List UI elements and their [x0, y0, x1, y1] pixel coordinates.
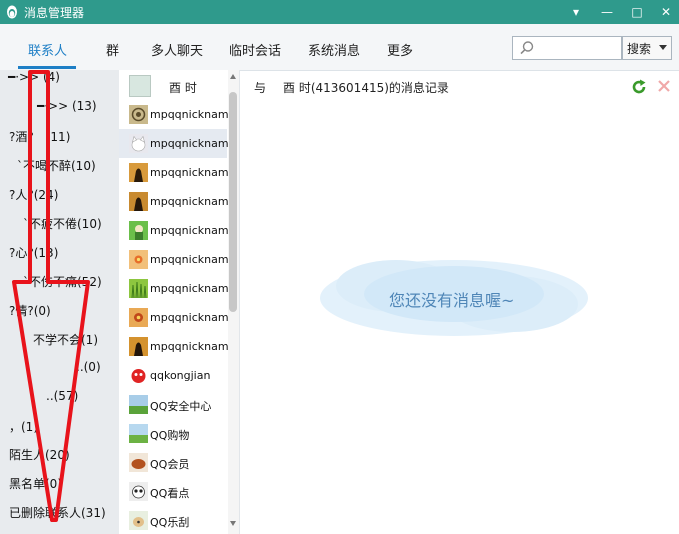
- contact-name: mpqqnickname: [150, 340, 236, 353]
- contact-item[interactable]: mpqqnickname: [119, 158, 235, 187]
- contact-list-scrollbar[interactable]: [228, 70, 239, 534]
- group-item[interactable]: ˋ不喝不醉(10): [17, 157, 96, 174]
- contact-name: mpqqnickname: [150, 137, 236, 150]
- contact-name: QQ会员: [150, 458, 190, 471]
- group-list: ━·>> (4) ━·>> (13) ?酒? (11) ˋ不喝不醉(10) ?人…: [0, 70, 119, 534]
- flower-avatar-icon: [129, 308, 148, 327]
- group-item[interactable]: 陌生人(20): [9, 446, 70, 463]
- contact-item[interactable]: mpqqnickname: [119, 100, 235, 129]
- search-input[interactable]: [512, 36, 622, 60]
- contact-name: mpqqnickname: [150, 195, 236, 208]
- contact-item[interactable]: QQ安全中心: [119, 390, 227, 419]
- contact-item[interactable]: QQ购物: [119, 419, 227, 448]
- contact-item[interactable]: mpqqnickname: [119, 303, 235, 332]
- food-avatar-icon: [129, 453, 148, 472]
- tab-multi-chat[interactable]: 多人聊天: [151, 40, 203, 59]
- spiral-avatar-icon: [129, 105, 148, 124]
- active-tab-indicator: [18, 66, 76, 69]
- group-item[interactable]: 黑名单(0): [9, 475, 62, 492]
- tab-system-messages[interactable]: 系统消息: [308, 40, 360, 59]
- contact-item[interactable]: mpqqnickname: [119, 129, 235, 158]
- title-bar: 消息管理器 ▾ — □ ✕: [0, 0, 679, 24]
- record-prefix: 与: [254, 81, 267, 95]
- group-item[interactable]: ˋ不疲不倦(10): [23, 215, 102, 232]
- dog-avatar-icon: [129, 511, 148, 530]
- group-item[interactable]: ?酒? (11): [9, 128, 70, 145]
- group-item[interactable]: 不学不会(1): [33, 331, 98, 348]
- contact-item[interactable]: QQ乐刮: [119, 506, 227, 534]
- window-title: 消息管理器: [24, 6, 85, 20]
- contact-item[interactable]: qqkongjian: [119, 361, 227, 390]
- contact-name: qqkongjian: [150, 369, 211, 382]
- empty-message: 您还没有消息喔~: [389, 291, 515, 310]
- contact-item[interactable]: mpqqnickname: [119, 216, 235, 245]
- close-button[interactable]: ✕: [655, 2, 677, 22]
- panda-avatar-icon: [129, 482, 148, 501]
- scroll-thumb[interactable]: [229, 92, 237, 312]
- contact-item[interactable]: mpqqnickname: [119, 274, 235, 303]
- cat-avatar-icon: [129, 134, 148, 153]
- qq-penguin-icon: [7, 5, 17, 19]
- group-item[interactable]: ˋ不伤不痛(52): [23, 273, 102, 290]
- contact-list: 酉 时 mpqqnickname mpqqnickname mpqqnickna…: [119, 70, 240, 534]
- record-title: 酉 时(413601415)的消息记录: [283, 81, 449, 95]
- group-item[interactable]: ━·>> (4): [8, 70, 60, 84]
- minimize-button[interactable]: —: [596, 2, 618, 22]
- contact-name: mpqqnickname: [150, 224, 236, 237]
- refresh-icon[interactable]: [630, 78, 648, 96]
- silhouette-avatar-icon: [129, 163, 148, 182]
- scroll-down-arrow-icon[interactable]: [230, 521, 236, 526]
- maximize-button[interactable]: □: [626, 2, 648, 22]
- red-avatar-icon: [129, 366, 148, 385]
- tab-more[interactable]: 更多: [387, 40, 413, 59]
- avatar: [129, 75, 151, 97]
- chevron-down-icon: [659, 45, 667, 50]
- contact-name: mpqqnickname: [150, 108, 236, 121]
- landscape-avatar-icon: [129, 424, 148, 443]
- grass-avatar-icon: [129, 279, 148, 298]
- menu-dropdown-button[interactable]: ▾: [565, 2, 587, 22]
- group-item[interactable]: ━·>> (13): [37, 99, 97, 113]
- silhouette-avatar-icon: [129, 337, 148, 356]
- flower-avatar-icon: [129, 250, 148, 269]
- scroll-up-arrow-icon[interactable]: [230, 74, 236, 79]
- contact-name: mpqqnickname: [150, 166, 236, 179]
- contact-item[interactable]: mpqqnickname: [119, 332, 235, 361]
- contact-name: QQ安全中心: [150, 400, 212, 413]
- contact-item[interactable]: mpqqnickname: [119, 245, 235, 274]
- record-header: 与 酉 时(413601415)的消息记录: [254, 79, 449, 96]
- search-icon: [520, 41, 534, 55]
- contact-name: QQ乐刮: [150, 516, 190, 529]
- contact-name: mpqqnickname: [150, 311, 236, 324]
- tab-contacts[interactable]: 联系人: [28, 40, 67, 59]
- landscape-avatar-icon: [129, 395, 148, 414]
- delete-icon[interactable]: [656, 78, 672, 94]
- contact-item[interactable]: mpqqnickname: [119, 187, 235, 216]
- group-item[interactable]: ?心?(13): [9, 244, 58, 261]
- contact-item[interactable]: QQ看点: [119, 477, 227, 506]
- group-item[interactable]: 已删除联系人(31): [9, 504, 106, 521]
- tab-temp-session[interactable]: 临时会话: [229, 40, 281, 59]
- green-avatar-icon: [129, 221, 148, 240]
- search-button[interactable]: 搜索: [622, 36, 672, 60]
- contact-name: mpqqnickname: [150, 282, 236, 295]
- contact-name: mpqqnickname: [150, 253, 236, 266]
- group-item[interactable]: ..(0): [76, 360, 101, 374]
- search-button-label: 搜索: [627, 42, 652, 56]
- silhouette-avatar-icon: [129, 192, 148, 211]
- contact-item[interactable]: QQ会员: [119, 448, 227, 477]
- selected-contact-name: 酉 时: [169, 81, 197, 95]
- group-item[interactable]: ?情?(0): [9, 302, 51, 319]
- contact-name: QQ购物: [150, 429, 190, 442]
- group-item[interactable]: ..(57): [46, 389, 78, 403]
- selected-contact-header[interactable]: 酉 时: [119, 70, 227, 100]
- group-item[interactable]: ?人?(24): [9, 186, 58, 203]
- tab-groups[interactable]: 群: [106, 40, 119, 59]
- contact-name: QQ看点: [150, 487, 190, 500]
- group-item[interactable]: ，(1): [9, 418, 38, 435]
